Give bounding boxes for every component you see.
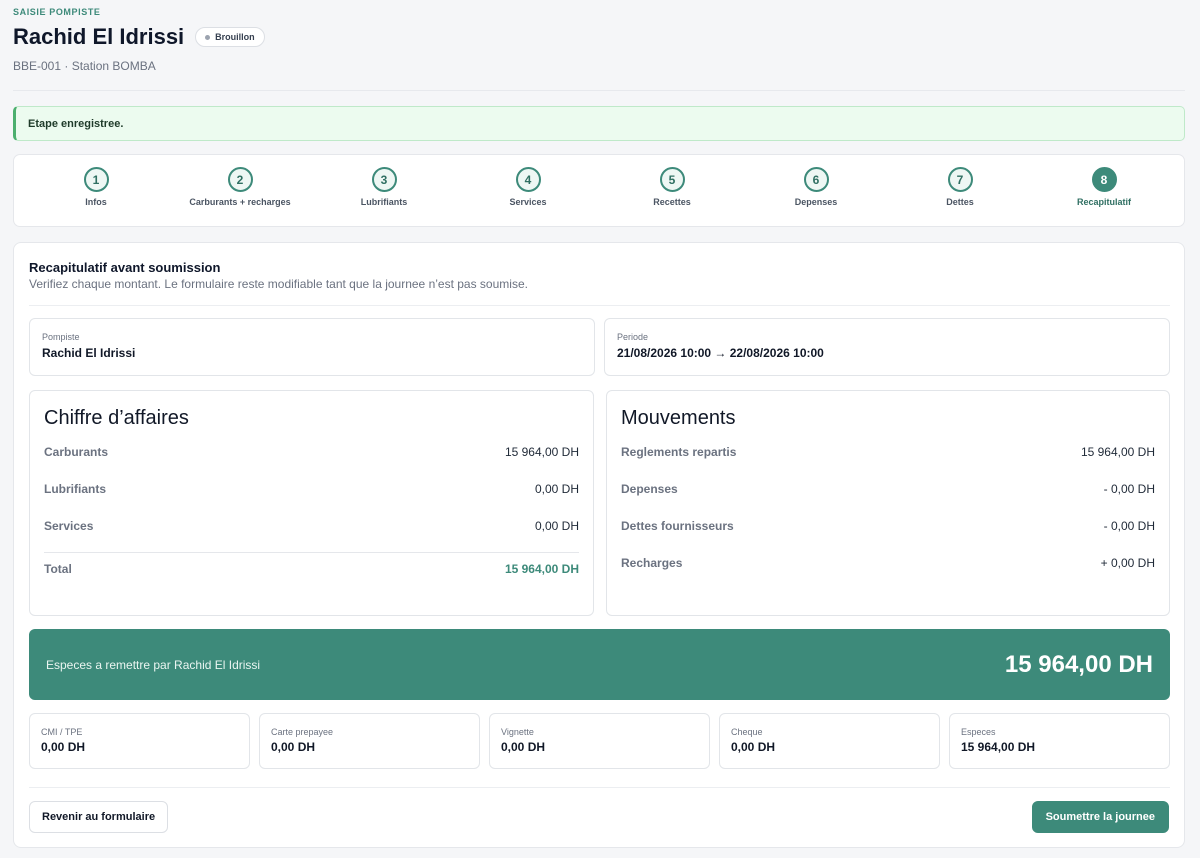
movement-row-value: + 0,00 DH	[1100, 556, 1155, 570]
pompiste-value: Rachid El Idrissi	[42, 346, 136, 360]
payment-label: Carte prepayee	[271, 727, 334, 737]
step-label: Lubrifiants	[360, 197, 408, 207]
back-to-form-button[interactable]: Revenir au formulaire	[29, 801, 169, 833]
movement-row-value: - 0,00 DH	[1103, 519, 1155, 533]
summary-subtitle: Verifiez chaque montant. Le formulaire r…	[29, 277, 528, 291]
stepper: 1 Infos 2 Carburants + recharges 3 Lubri…	[13, 154, 1185, 227]
periode-value: 21/08/2026 10:00 → 22/08/2026 10:00	[617, 346, 824, 360]
movement-row: Reglements repartis 15 964,00 DH	[621, 444, 1155, 460]
summary-card: Recapitulatif avant soumission Verifiez …	[13, 242, 1185, 848]
revenue-total-value: 15 964,00 DH	[504, 562, 579, 576]
header-divider	[13, 90, 1185, 91]
payment-vignette: Vignette 0,00 DH	[489, 713, 710, 769]
movements-title: Mouvements	[621, 407, 736, 429]
revenue-row-value: 0,00 DH	[534, 519, 579, 533]
cash-to-hand-over-banner: Especes a remettre par Rachid El Idrissi…	[29, 629, 1170, 700]
movement-row: Recharges + 0,00 DH	[621, 555, 1155, 571]
movement-row-label: Dettes fournisseurs	[621, 519, 734, 533]
step-label: Recapitulatif	[1076, 197, 1131, 207]
payment-label: CMI / TPE	[41, 727, 83, 737]
step-services[interactable]: 4 Services	[456, 167, 600, 207]
pompiste-label: Pompiste	[42, 332, 80, 342]
payment-value: 0,00 DH	[41, 740, 86, 754]
step-label: Depenses	[794, 197, 838, 207]
movement-row: Dettes fournisseurs - 0,00 DH	[621, 518, 1155, 534]
summary-title: Recapitulatif avant soumission	[29, 260, 221, 275]
payment-cheque: Cheque 0,00 DH	[719, 713, 940, 769]
footer-divider	[29, 787, 1170, 788]
status-badge-label: Brouillon	[215, 32, 255, 42]
page-subtitle: BBE-001 · Station BOMBA	[13, 59, 156, 73]
payment-label: Cheque	[731, 727, 763, 737]
status-dot-icon	[205, 34, 211, 40]
step-label: Infos	[85, 197, 107, 207]
payment-label: Especes	[961, 727, 996, 737]
step-number: 7	[947, 167, 973, 192]
payment-value: 15 964,00 DH	[961, 740, 1036, 754]
movement-row: Depenses - 0,00 DH	[621, 481, 1155, 497]
page-eyebrow: SAISIE POMPISTE	[13, 7, 101, 17]
step-dettes[interactable]: 7 Dettes	[888, 167, 1032, 207]
page-title: Rachid El Idrissi	[13, 24, 185, 49]
step-recettes[interactable]: 5 Recettes	[600, 167, 744, 207]
movement-row-value: - 0,00 DH	[1103, 482, 1155, 496]
step-number: 6	[803, 167, 829, 192]
step-number: 4	[515, 167, 541, 192]
movement-row-label: Depenses	[621, 482, 678, 496]
revenue-title: Chiffre d’affaires	[44, 407, 189, 429]
revenue-row-label: Carburants	[44, 445, 109, 459]
step-depenses[interactable]: 6 Depenses	[744, 167, 888, 207]
payment-especes: Especes 15 964,00 DH	[949, 713, 1170, 769]
revenue-panel: Chiffre d’affaires Carburants 15 964,00 …	[29, 390, 594, 616]
revenue-row-label: Services	[44, 519, 94, 533]
revenue-row: Carburants 15 964,00 DH	[44, 444, 579, 460]
step-recapitulatif[interactable]: 8 Recapitulatif	[1032, 167, 1176, 207]
status-badge: Brouillon	[195, 27, 265, 47]
revenue-row-value: 15 964,00 DH	[504, 445, 579, 459]
submit-day-button[interactable]: Soumettre la journee	[1031, 801, 1169, 833]
step-infos[interactable]: 1 Infos	[24, 167, 168, 207]
revenue-row: Lubrifiants 0,00 DH	[44, 481, 579, 497]
revenue-divider	[44, 552, 579, 553]
payment-value: 0,00 DH	[731, 740, 776, 754]
pompiste-box: Pompiste Rachid El Idrissi	[29, 318, 595, 376]
movements-panel: Mouvements Reglements repartis 15 964,00…	[606, 390, 1170, 616]
cash-amount: 15 964,00 DH	[1004, 650, 1153, 678]
revenue-total-label: Total	[44, 562, 72, 576]
success-alert: Etape enregistree.	[13, 106, 1185, 141]
revenue-total-row: Total 15 964,00 DH	[44, 561, 579, 577]
movement-row-label: Reglements repartis	[621, 445, 737, 459]
step-label: Recettes	[653, 197, 691, 207]
payment-value: 0,00 DH	[271, 740, 316, 754]
step-label: Carburants + recharges	[189, 197, 291, 207]
step-label: Dettes	[946, 197, 974, 207]
step-lubrifiants[interactable]: 3 Lubrifiants	[312, 167, 456, 207]
revenue-row: Services 0,00 DH	[44, 518, 579, 534]
summary-divider	[29, 305, 1170, 306]
step-number: 5	[659, 167, 685, 192]
periode-box: Periode 21/08/2026 10:00 → 22/08/2026 10…	[604, 318, 1170, 376]
movement-row-value: 15 964,00 DH	[1080, 445, 1155, 459]
step-number: 3	[371, 167, 397, 192]
cash-label: Especes a remettre par Rachid El Idrissi	[46, 657, 261, 672]
payment-label: Vignette	[501, 727, 534, 737]
step-number: 2	[227, 167, 253, 192]
step-carburants[interactable]: 2 Carburants + recharges	[168, 167, 312, 207]
payment-value: 0,00 DH	[501, 740, 546, 754]
title-row: Rachid El Idrissi Brouillon	[13, 24, 265, 50]
payment-cmi-tpe: CMI / TPE 0,00 DH	[29, 713, 250, 769]
periode-label: Periode	[617, 332, 649, 342]
movement-row-label: Recharges	[621, 556, 683, 570]
revenue-row-label: Lubrifiants	[44, 482, 106, 496]
step-label: Services	[509, 197, 547, 207]
step-number: 8	[1091, 167, 1117, 192]
step-number: 1	[83, 167, 109, 192]
revenue-row-value: 0,00 DH	[534, 482, 579, 496]
payment-carte-prepayee: Carte prepayee 0,00 DH	[259, 713, 480, 769]
